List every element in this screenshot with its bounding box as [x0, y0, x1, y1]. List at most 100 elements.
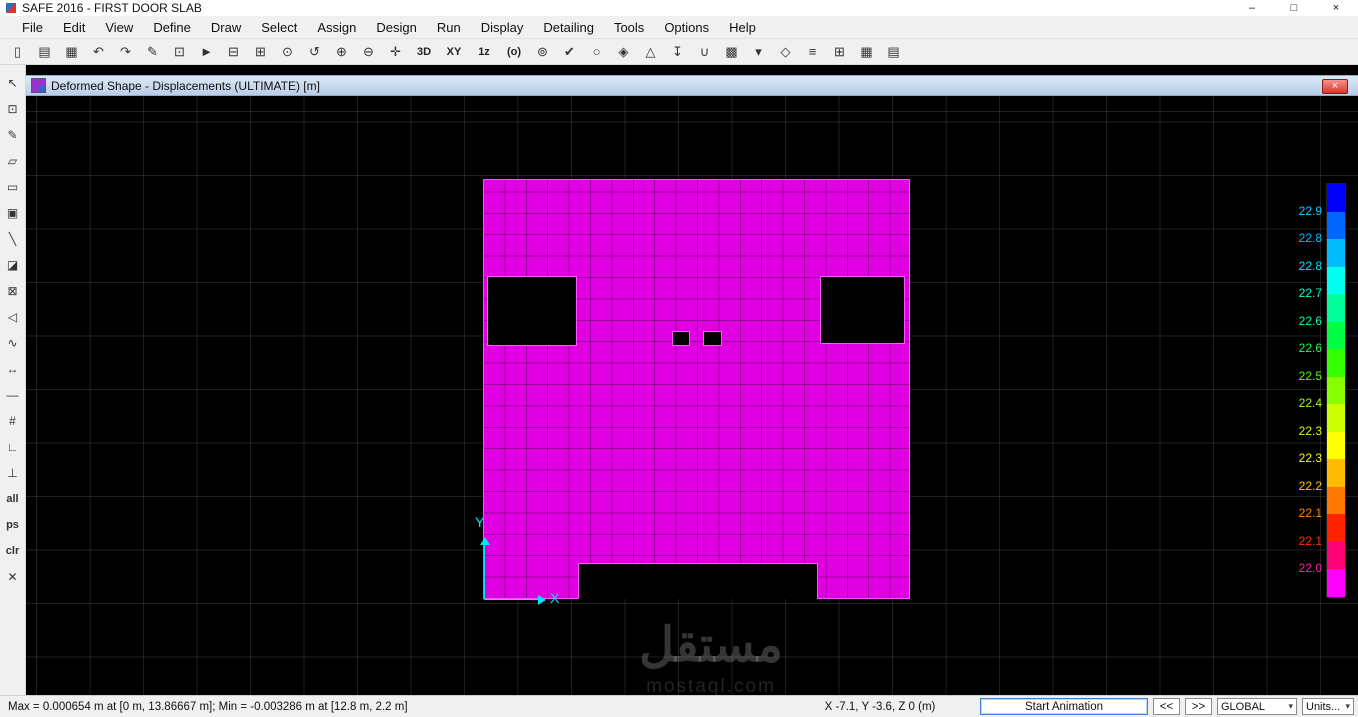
sidetool-measure-icon[interactable]: ∟	[1, 435, 24, 458]
toolbar-lock-model-icon[interactable]: ⊡	[166, 41, 193, 63]
toolbar-strip-display-icon[interactable]: ∪	[691, 41, 718, 63]
units-dropdown[interactable]: Units... ▾	[1302, 698, 1354, 715]
maximize-button[interactable]: □	[1286, 1, 1302, 15]
menu-draw[interactable]: Draw	[201, 18, 251, 37]
sidetool-draw-tendon-icon[interactable]: ∿	[1, 331, 24, 354]
sidetool-select-all[interactable]: all	[1, 487, 24, 510]
sidetool-draw-column-icon[interactable]: ◁	[1, 305, 24, 328]
status-bar: Max = 0.000654 m at [0 m, 13.86667 m]; M…	[0, 695, 1358, 717]
menu-design[interactable]: Design	[366, 18, 426, 37]
toolbar-previous-zoom-icon[interactable]: ↺	[301, 41, 328, 63]
toolbar-model-explorer-icon[interactable]: ⊟	[220, 41, 247, 63]
legend-segment-7	[1327, 376, 1345, 405]
menu-view[interactable]: View	[95, 18, 143, 37]
toolbar-insert-support-icon[interactable]: ↧	[664, 41, 691, 63]
toolbar-edit-pen-icon[interactable]: ✎	[139, 41, 166, 63]
document-window-title: Deformed Shape - Displacements (ULTIMATE…	[51, 78, 320, 93]
toolbar-save-icon[interactable]: ▦	[58, 41, 85, 63]
toolbar-run-analysis-icon[interactable]: ►	[193, 41, 220, 63]
menu-options[interactable]: Options	[654, 18, 719, 37]
slab-opening-right	[820, 276, 905, 344]
contour-legend-strip	[1326, 183, 1346, 598]
sidetool-clear-selection[interactable]: clr	[1, 539, 24, 562]
toolbar-show-tables-icon[interactable]: ▦	[853, 41, 880, 63]
toolbar-report-tables-icon[interactable]: ▤	[880, 41, 907, 63]
toolbar-open-file-icon[interactable]: ▤	[31, 41, 58, 63]
watermark-title: مستقل	[639, 619, 783, 672]
menu-file[interactable]: File	[12, 18, 53, 37]
sidetool-snap-intersections-icon[interactable]: ✕	[1, 565, 24, 588]
legend-segment-12	[1327, 514, 1345, 542]
main-toolbar: ▯ ▤ ▦ ↶ ↷ ✎ ⊡ ► ⊟ ⊞ ⊙ ↺ ⊕ ⊖ ✛ 3D XY 1z (o) ⊚ ✔ ○ ◈ △ ↧ ∪ ▩ ▾ ◇ ≡ ⊞ ▦ ▤	[0, 39, 1358, 65]
toolbar-redo-icon[interactable]: ↷	[112, 41, 139, 63]
toolbar-view-plan[interactable]: XY	[439, 41, 469, 63]
sidetool-previous-selection[interactable]: ps	[1, 513, 24, 536]
toolbar-zoom-out-icon[interactable]: ⊖	[355, 41, 382, 63]
menu-edit[interactable]: Edit	[53, 18, 95, 37]
app-title: SAFE 2016 - FIRST DOOR SLAB	[22, 1, 202, 15]
sidetool-draw-wall-icon[interactable]: ◪	[1, 253, 24, 276]
menu-assign[interactable]: Assign	[307, 18, 366, 37]
model-viewport[interactable]: Y X مستقل mostaql.com 22.9 22.8 22.8 22.7 22…	[26, 96, 1358, 695]
toolbar-show-grid-icon[interactable]: ⊞	[826, 41, 853, 63]
toolbar-detailing-tool-icon[interactable]: ◇	[772, 41, 799, 63]
legend-segment-4	[1327, 294, 1345, 322]
menu-tools[interactable]: Tools	[604, 18, 654, 37]
next-step-button[interactable]: >>	[1185, 698, 1212, 715]
toolbar-restore-full-view-icon[interactable]: ⊙	[274, 41, 301, 63]
legend-segment-14	[1327, 569, 1345, 597]
close-button[interactable]: ×	[1328, 1, 1344, 15]
sidetool-draw-rect-slab-icon[interactable]: ▭	[1, 175, 24, 198]
legend-segment-8	[1327, 404, 1345, 432]
toolbar-draw-area-icon[interactable]: △	[637, 41, 664, 63]
toolbar-capture-image-icon[interactable]: ▩	[718, 41, 745, 63]
legend-segment-3	[1327, 266, 1345, 295]
document-window-icon	[31, 78, 46, 93]
legend-segment-13	[1327, 541, 1345, 570]
sidetool-draw-dimension-icon[interactable]: ↔	[1, 357, 24, 380]
sidetool-draw-design-strip-icon[interactable]: —	[1, 383, 24, 406]
menu-select[interactable]: Select	[251, 18, 307, 37]
coordinate-system-dropdown[interactable]: GLOBAL ▾	[1217, 698, 1297, 715]
toolbar-assign-load-icon[interactable]: ◈	[610, 41, 637, 63]
toolbar-new-model-icon[interactable]: ▯	[4, 41, 31, 63]
cursor-coordinates: X -7.1, Y -3.6, Z 0 (m)	[824, 700, 936, 713]
toolbar-rubber-band-zoom-icon[interactable]: ⊞	[247, 41, 274, 63]
legend-label: 22.3	[1298, 451, 1322, 466]
start-animation-button[interactable]: Start Animation	[980, 698, 1148, 715]
previous-step-button[interactable]: <<	[1153, 698, 1180, 715]
menu-help[interactable]: Help	[719, 18, 766, 37]
menu-display[interactable]: Display	[471, 18, 534, 37]
legend-label: 22.6	[1298, 313, 1322, 328]
toolbar-set-display-options-icon[interactable]: ✔	[556, 41, 583, 63]
toolbar-draw-circle-icon[interactable]: ○	[583, 41, 610, 63]
sidetool-draw-opening-icon[interactable]: ⊠	[1, 279, 24, 302]
menu-run[interactable]: Run	[427, 18, 471, 37]
toolbar-zoom-in-icon[interactable]: ⊕	[328, 41, 355, 63]
main-region: ↖ ⊡ ✎ ▱ ▭ ▣ ╲ ◪ ⊠ ◁ ∿ ↔ — # ∟ ⊥ all ps clr ✕ Deformed Shape…	[0, 65, 1358, 695]
sidetool-draw-line-icon[interactable]: ╲	[1, 227, 24, 250]
menu-detailing[interactable]: Detailing	[533, 18, 604, 37]
toolbar-view-elevation[interactable]: 1z	[469, 41, 499, 63]
sidetool-snap-points-icon[interactable]: ⊥	[1, 461, 24, 484]
toolbar-display-menu-icon[interactable]: ▾	[745, 41, 772, 63]
sidetool-edit-grid-icon[interactable]: #	[1, 409, 24, 432]
legend-segment-1	[1327, 211, 1345, 240]
chevron-down-icon: ▾	[1345, 701, 1350, 711]
document-close-button[interactable]: ×	[1322, 79, 1348, 94]
sidetool-draw-pen-icon[interactable]: ✎	[1, 123, 24, 146]
legend-segment-11	[1327, 486, 1345, 515]
toolbar-pan-icon[interactable]: ✛	[382, 41, 409, 63]
minimize-button[interactable]: –	[1244, 1, 1260, 15]
toolbar-rotate-3d-view[interactable]: (o)	[499, 41, 529, 63]
toolbar-crack-widths-icon[interactable]: ≡	[799, 41, 826, 63]
menu-define[interactable]: Define	[143, 18, 201, 37]
toolbar-undo-icon[interactable]: ↶	[85, 41, 112, 63]
x-axis-arrow	[538, 595, 546, 605]
toolbar-view-3d[interactable]: 3D	[409, 41, 439, 63]
sidetool-select-poly-icon[interactable]: ⊡	[1, 97, 24, 120]
toolbar-object-visibility-icon[interactable]: ⊚	[529, 41, 556, 63]
sidetool-select-pointer-icon[interactable]: ↖	[1, 71, 24, 94]
sidetool-quick-draw-slab-icon[interactable]: ▣	[1, 201, 24, 224]
sidetool-draw-slab-icon[interactable]: ▱	[1, 149, 24, 172]
